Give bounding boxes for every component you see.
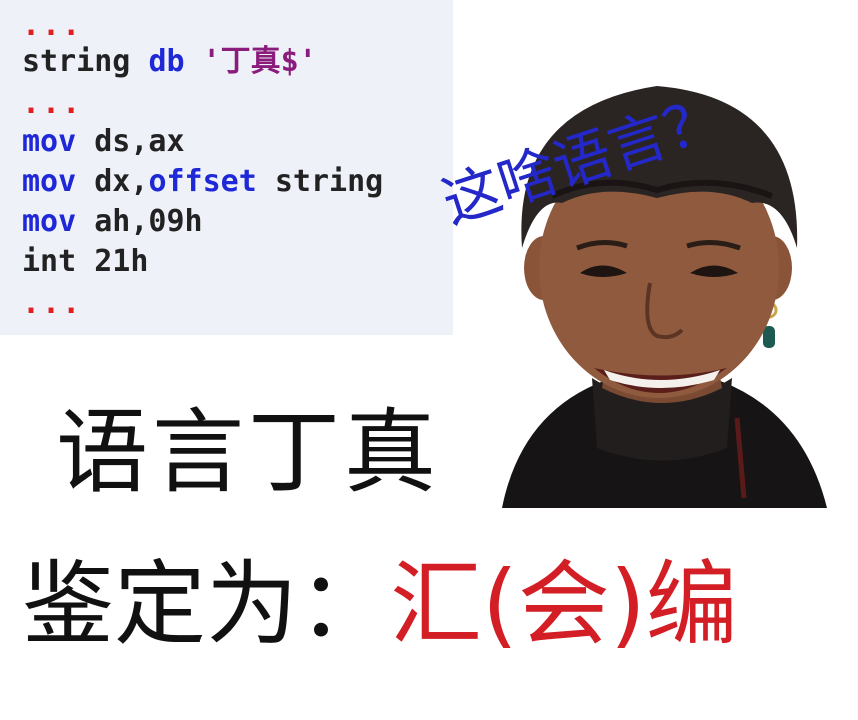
meme-title: 语言丁真 (56, 399, 441, 506)
code-token-register: dx, (94, 164, 149, 199)
code-token-operands: string (274, 164, 384, 199)
code-ellipsis: ... (22, 86, 83, 121)
code-token-offset: offset (148, 164, 257, 199)
code-token-mov: mov (22, 164, 77, 199)
code-line-mov-ds: mov ds,ax (22, 122, 185, 162)
code-token-operands: ah,09h (94, 204, 203, 239)
code-line-mov-ah: mov ah,09h (22, 202, 203, 242)
code-ellipsis: ... (22, 8, 83, 43)
code-snippet-panel: ... string db '丁真$' ... mov ds,ax mov dx… (0, 0, 453, 335)
code-token-mov: mov (22, 124, 77, 159)
code-token-mov: mov (22, 204, 77, 239)
code-token-string-literal: '丁真$' (202, 44, 317, 79)
code-token-var: string (22, 44, 131, 79)
code-line-mov-dx: mov dx,offset string (22, 162, 383, 202)
code-token-operands: ds,ax (94, 124, 185, 159)
code-line-int: int 21h (22, 244, 149, 279)
verdict-label: 鉴定为： (22, 551, 391, 658)
verdict-line: 鉴定为：汇(会)编 (22, 530, 738, 663)
code-token-db: db (148, 44, 185, 79)
code-line-string-db: string db '丁真$' (22, 42, 317, 82)
verdict-value: 汇(会)编 (390, 551, 738, 658)
code-ellipsis: ... (22, 286, 83, 321)
